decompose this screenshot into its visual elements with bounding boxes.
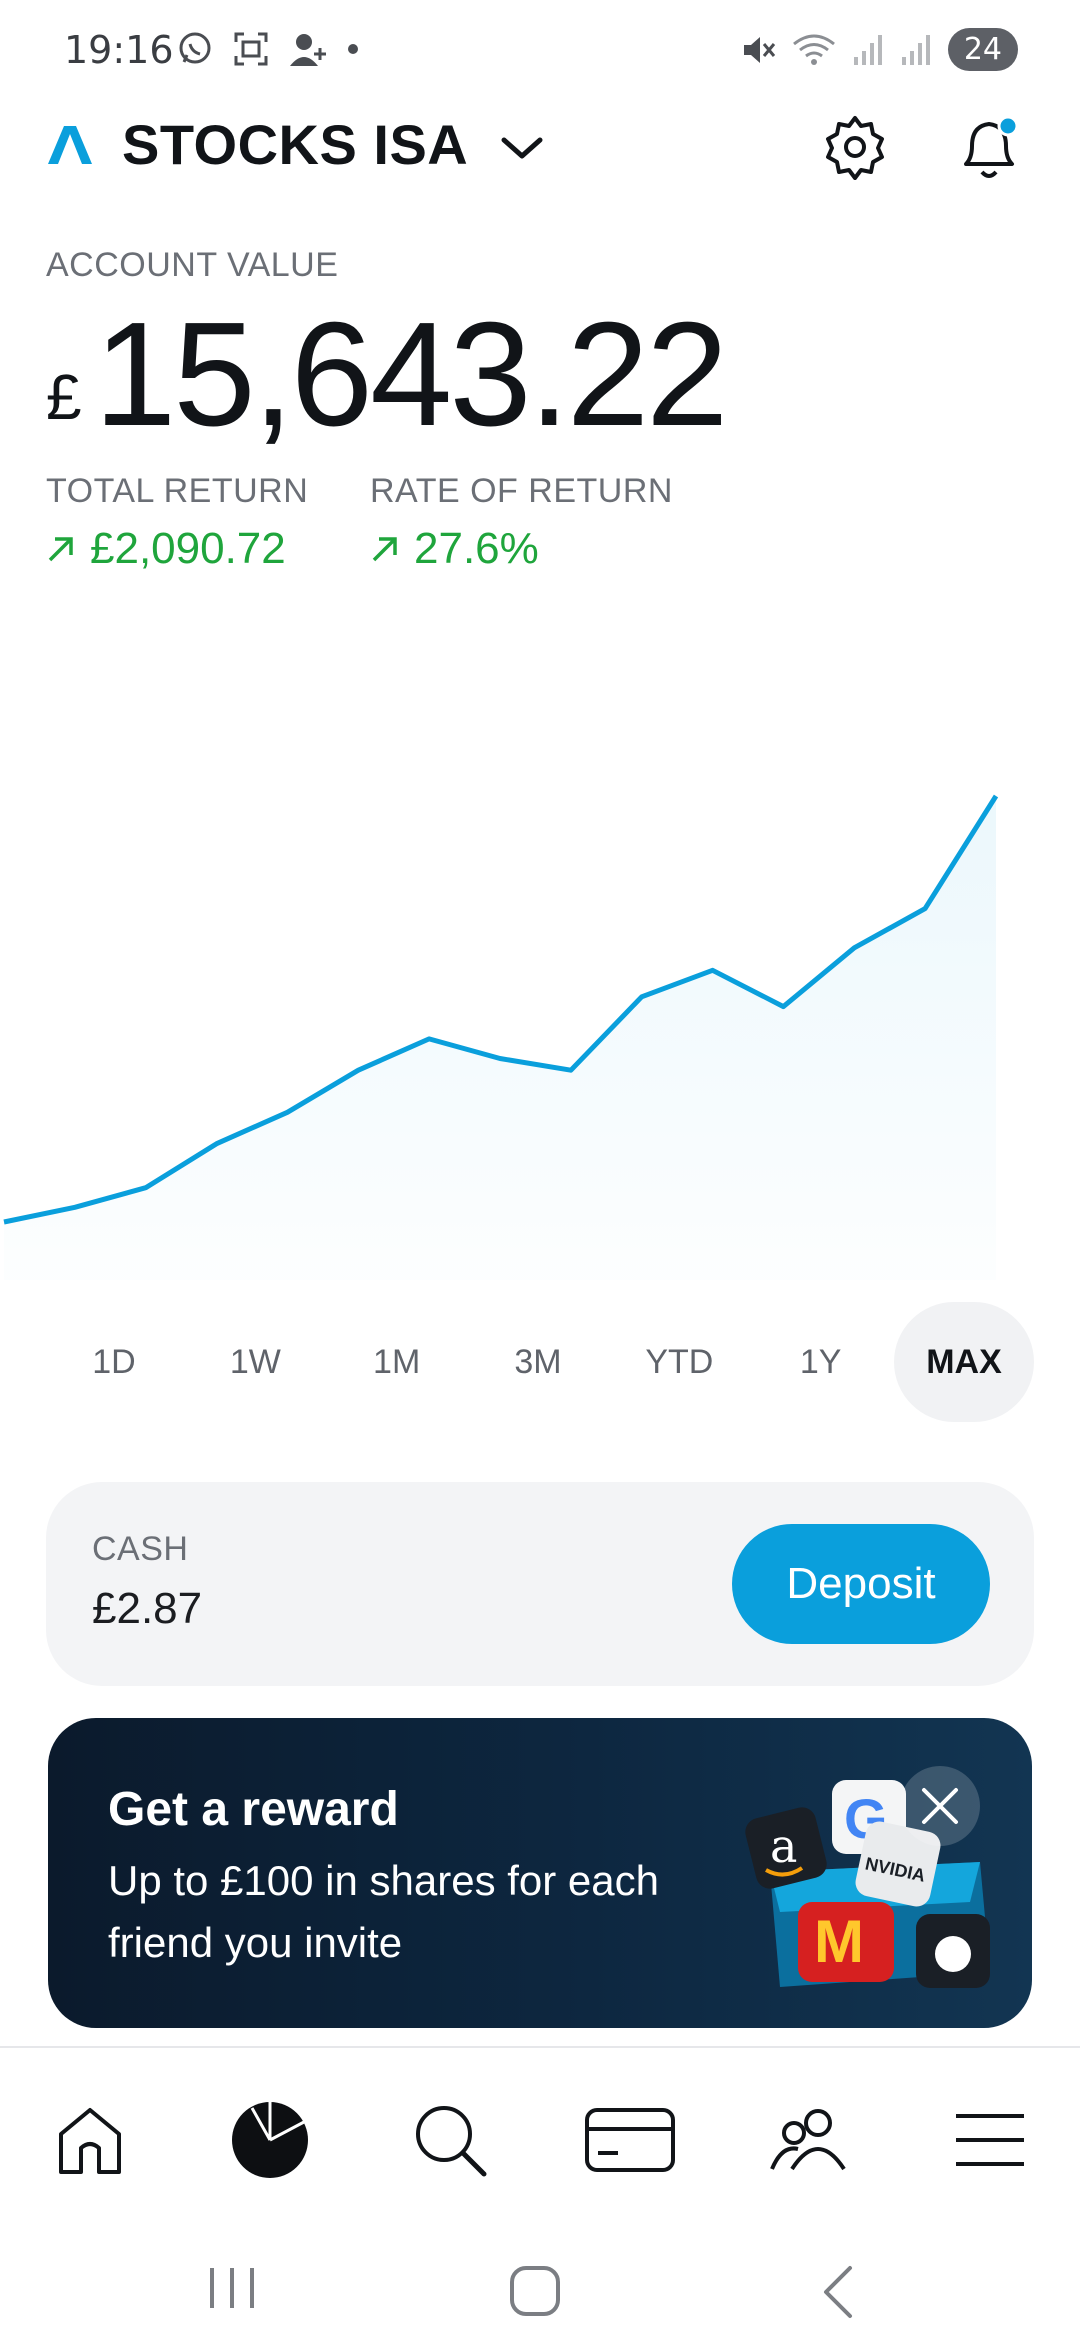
close-promo-button[interactable] [900, 1766, 980, 1846]
tab-1m[interactable]: 1M [329, 1302, 465, 1422]
search-icon [416, 2106, 487, 2177]
notifications-bell-icon[interactable] [956, 112, 1026, 184]
account-selector[interactable]: STOCKS ISA [122, 112, 468, 177]
status-icons-right: 24 [740, 28, 1018, 71]
settings-gear-icon[interactable] [822, 114, 888, 180]
tab-1d[interactable]: 1D [46, 1302, 182, 1422]
cash-value: £2.87 [92, 1584, 203, 1633]
deposit-button[interactable]: Deposit [732, 1524, 990, 1644]
people-icon [770, 2109, 846, 2171]
nav-divider [0, 2046, 1080, 2048]
back-icon[interactable] [818, 2264, 858, 2320]
nav-search[interactable] [390, 2080, 510, 2200]
tab-1w[interactable]: 1W [187, 1302, 323, 1422]
rate-of-return: 27.6% [370, 524, 539, 574]
bottom-navigation [0, 2080, 1080, 2240]
tab-ytd[interactable]: YTD [611, 1302, 747, 1422]
wifi-icon [792, 34, 835, 65]
rate-of-return-label: RATE OF RETURN [370, 472, 673, 510]
promo-title: Get a reward [108, 1783, 399, 1836]
tab-max[interactable]: MAX [893, 1302, 1034, 1422]
total-return-value: £2,090.72 [90, 524, 286, 573]
rate-of-return-value: 27.6% [414, 524, 539, 573]
battery-level: 24 [947, 28, 1018, 71]
dot-icon [348, 44, 358, 54]
chevron-down-icon[interactable] [498, 132, 546, 164]
tab-1y[interactable]: 1Y [753, 1302, 889, 1422]
time-range-tabs: 1D 1W 1M 3M YTD 1Y MAX [46, 1300, 1034, 1424]
whatsapp-icon [179, 32, 211, 64]
status-time: 19:16 [64, 28, 174, 72]
chart-area-fill [4, 796, 996, 1280]
home-icon [59, 2108, 121, 2174]
brand-logo-icon [48, 126, 92, 164]
recent-apps-icon[interactable] [206, 2264, 258, 2312]
total-return-label: TOTAL RETURN [46, 472, 309, 510]
promo-description: Up to £100 in shares for each friend you… [108, 1857, 660, 1966]
card-icon [585, 2108, 675, 2172]
menu-icon [956, 2114, 1024, 2166]
person-add-icon [290, 34, 326, 66]
tab-3m[interactable]: 3M [470, 1302, 606, 1422]
home-button-icon[interactable] [508, 2264, 562, 2318]
close-icon [922, 1788, 958, 1824]
currency-symbol: £ [46, 361, 82, 433]
nav-portfolio[interactable] [210, 2080, 330, 2200]
portfolio-pie-icon [232, 2102, 308, 2178]
screenshot-icon [234, 32, 268, 66]
account-value-label: ACCOUNT VALUE [46, 246, 339, 284]
arrow-up-right-icon [372, 537, 397, 562]
total-return: £2,090.72 [46, 524, 286, 574]
status-icons-left [176, 30, 360, 68]
nav-menu[interactable] [930, 2080, 1050, 2200]
account-value-chart[interactable] [0, 760, 1080, 1280]
account-value: 15,643.22 [94, 292, 728, 457]
nav-home[interactable] [30, 2080, 150, 2200]
signal-icon [853, 34, 882, 65]
arrow-up-right-icon [48, 537, 73, 562]
svg-text:M: M [814, 1908, 864, 1975]
nav-card[interactable] [570, 2080, 690, 2200]
signal-icon [901, 34, 930, 65]
nav-community[interactable] [750, 2080, 870, 2200]
system-navigation-bar [0, 2220, 1080, 2340]
svg-text:a: a [770, 1819, 797, 1873]
cash-label: CASH [92, 1530, 189, 1568]
mute-icon [743, 36, 775, 63]
